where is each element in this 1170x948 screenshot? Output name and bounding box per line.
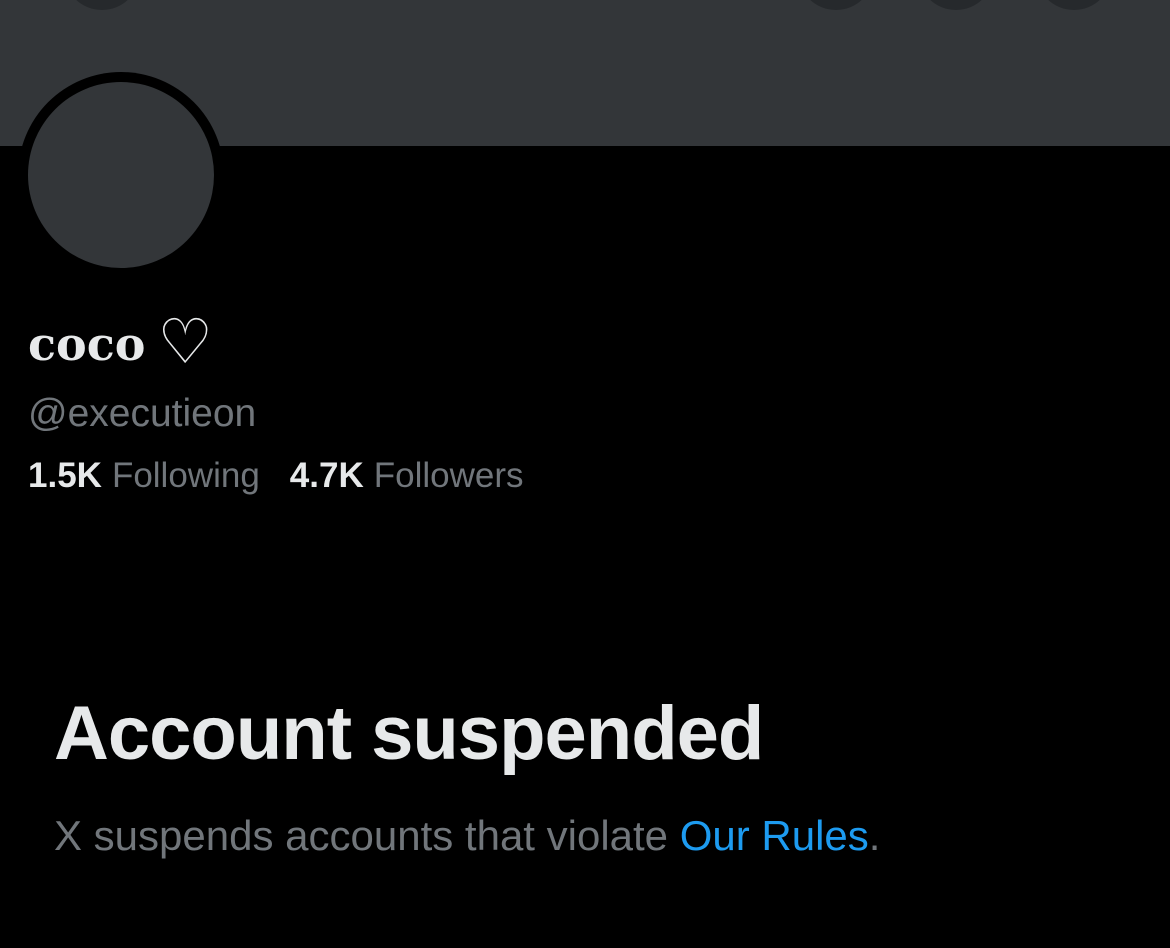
profile-handle: @executieon xyxy=(28,392,257,435)
suspension-message: X suspends accounts that violate Our Rul… xyxy=(54,812,880,860)
heart-icon: ♡ xyxy=(157,305,213,378)
display-name-row: coco ♡ xyxy=(28,306,213,382)
following-link[interactable]: 1.5K Following xyxy=(28,456,260,496)
more-options-button[interactable] xyxy=(1036,0,1112,10)
followers-count: 4.7K xyxy=(289,456,364,495)
avatar[interactable] xyxy=(28,82,214,268)
search-button[interactable] xyxy=(798,0,874,10)
suspension-message-end: . xyxy=(868,812,881,859)
back-button[interactable] xyxy=(64,0,140,10)
suspension-title: Account suspended xyxy=(54,691,764,776)
suspension-message-text: X suspends accounts that violate xyxy=(54,812,680,859)
our-rules-link[interactable]: Our Rules xyxy=(680,812,869,859)
following-count: 1.5K xyxy=(28,456,102,495)
followers-label: Followers xyxy=(373,456,524,495)
follow-stats: 1.5K Following 4.7K Followers xyxy=(28,456,554,496)
followers-link[interactable]: 4.7K Followers xyxy=(290,456,524,496)
share-button[interactable] xyxy=(918,0,994,10)
following-label: Following xyxy=(111,456,260,495)
display-name: coco xyxy=(28,317,146,371)
avatar-frame xyxy=(18,72,224,278)
